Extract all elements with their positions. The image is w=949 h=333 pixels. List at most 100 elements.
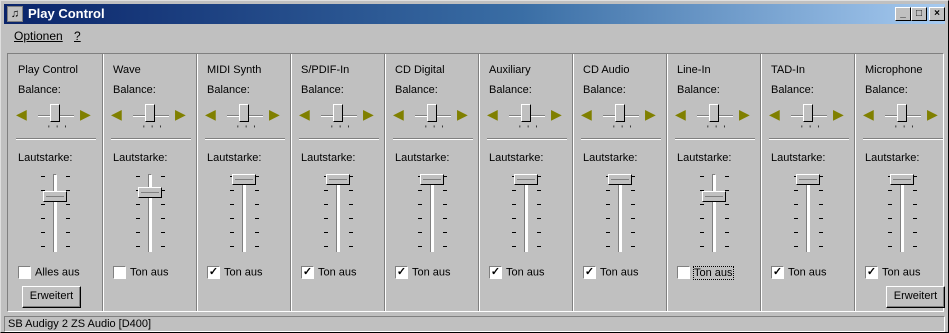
mixer-panel: Play Control Balance: ◀ ' ' ' ▶ Lautstarke: Al…: [7, 53, 945, 312]
checkbox-box[interactable]: [677, 266, 690, 279]
mute-label: Alles aus: [35, 266, 80, 279]
mute-checkbox[interactable]: ✓ Ton aus: [771, 266, 827, 279]
balance-ticks: ' ' ': [707, 124, 728, 134]
volume-ticks: [66, 176, 72, 254]
balance-label: Balance:: [395, 84, 438, 96]
balance-ticks: ' ' ': [895, 124, 916, 134]
mixer-icon[interactable]: ♫: [7, 6, 23, 22]
mute-checkbox[interactable]: Alles aus: [18, 266, 80, 279]
mixer-window: ♫ Play Control _ □ × Optionen ? Play Con…: [0, 0, 949, 333]
balance-slider[interactable]: [239, 104, 249, 122]
checkbox-box[interactable]: ✓: [583, 266, 596, 279]
volume-slider[interactable]: [326, 174, 350, 185]
volume-ticks: [631, 176, 637, 254]
balance-slider[interactable]: [145, 104, 155, 122]
mute-checkbox[interactable]: ✓ Ton aus: [583, 266, 639, 279]
balance-ticks: ' ' ': [425, 124, 446, 134]
mute-checkbox[interactable]: ✓ Ton aus: [395, 266, 451, 279]
channel-strip: Microphone Balance: ◀ ' ' ' ▶ Lautstarke: ✓ Ton…: [854, 54, 945, 311]
checkbox-box[interactable]: ✓: [771, 266, 784, 279]
volume-ticks: [443, 176, 449, 254]
speaker-right-icon: ▶: [269, 106, 280, 122]
volume-track: [900, 174, 904, 252]
balance-slider[interactable]: [333, 104, 343, 122]
checkbox-box[interactable]: [113, 266, 126, 279]
speaker-right-icon: ▶: [80, 106, 91, 122]
channel-strip: Line-In Balance: ◀ ' ' ' ▶ Lautstarke: Ton aus: [666, 54, 760, 311]
volume-slider[interactable]: [514, 174, 538, 185]
mute-checkbox[interactable]: Ton aus: [677, 265, 734, 280]
volume-slider[interactable]: [232, 174, 256, 185]
channel-name: Microphone: [865, 64, 923, 76]
volume-slider[interactable]: [890, 174, 914, 185]
speaker-left-icon: ◀: [581, 106, 592, 122]
volume-slider[interactable]: [138, 187, 162, 199]
divider: [487, 138, 567, 140]
balance-slider[interactable]: [897, 104, 907, 122]
volume-track: [148, 174, 152, 252]
mute-checkbox[interactable]: ✓ Ton aus: [489, 266, 545, 279]
checkbox-box[interactable]: ✓: [207, 266, 220, 279]
volume-ticks: [41, 176, 47, 254]
speaker-right-icon: ▶: [457, 106, 468, 122]
mute-checkbox[interactable]: ✓ Ton aus: [301, 266, 357, 279]
volume-track: [618, 174, 622, 252]
volume-ticks: [606, 176, 612, 254]
volume-ticks: [512, 176, 518, 254]
balance-slider[interactable]: [803, 104, 813, 122]
checkbox-box[interactable]: ✓: [395, 266, 408, 279]
volume-label: Lautstarke:: [677, 152, 732, 164]
volume-label: Lautstarke:: [865, 152, 920, 164]
balance-slider[interactable]: [521, 104, 531, 122]
volume-slider[interactable]: [420, 174, 444, 185]
mute-label: Ton aus: [788, 266, 827, 279]
checkbox-box[interactable]: ✓: [301, 266, 314, 279]
speaker-left-icon: ◀: [863, 106, 874, 122]
speaker-right-icon: ▶: [645, 106, 656, 122]
channel-name: Auxiliary: [489, 64, 531, 76]
speaker-left-icon: ◀: [487, 106, 498, 122]
divider: [16, 138, 96, 140]
volume-ticks: [255, 176, 261, 254]
checkbox-box[interactable]: ✓: [865, 266, 878, 279]
channel-strip: CD Digital Balance: ◀ ' ' ' ▶ Lautstarke: ✓ Ton…: [384, 54, 478, 311]
balance-slider[interactable]: [709, 104, 719, 122]
mute-checkbox[interactable]: ✓ Ton aus: [207, 266, 263, 279]
mute-checkbox[interactable]: Ton aus: [113, 266, 169, 279]
volume-label: Lautstarke:: [395, 152, 450, 164]
menu-optionen[interactable]: Optionen: [14, 29, 63, 43]
volume-slider[interactable]: [702, 190, 726, 202]
volume-ticks: [537, 176, 543, 254]
volume-track: [430, 174, 434, 252]
channel-strip: Auxiliary Balance: ◀ ' ' ' ▶ Lautstarke: ✓ Ton …: [478, 54, 572, 311]
advanced-button[interactable]: Erweitert: [22, 286, 81, 308]
speaker-left-icon: ◀: [16, 106, 27, 122]
volume-slider[interactable]: [608, 174, 632, 185]
close-button[interactable]: ×: [929, 7, 945, 21]
balance-slider[interactable]: [427, 104, 437, 122]
mute-label: Ton aus: [224, 266, 263, 279]
balance-slider[interactable]: [615, 104, 625, 122]
divider: [205, 138, 285, 140]
title-bar[interactable]: ♫ Play Control _ □ ×: [4, 4, 945, 24]
advanced-button[interactable]: Erweitert: [886, 286, 945, 308]
balance-ticks: ' ' ': [48, 124, 69, 134]
volume-ticks: [794, 176, 800, 254]
volume-slider[interactable]: [796, 174, 820, 185]
balance-label: Balance:: [865, 84, 908, 96]
divider: [299, 138, 379, 140]
volume-ticks: [418, 176, 424, 254]
checkbox-box[interactable]: [18, 266, 31, 279]
volume-label: Lautstarke:: [771, 152, 826, 164]
divider: [111, 138, 191, 140]
maximize-button[interactable]: □: [911, 7, 927, 21]
volume-label: Lautstarke:: [113, 152, 168, 164]
menu-help[interactable]: ?: [74, 29, 81, 43]
channel-strip: MIDI Synth Balance: ◀ ' ' ' ▶ Lautstarke: ✓ Ton…: [196, 54, 290, 311]
volume-slider[interactable]: [43, 190, 67, 202]
mute-checkbox[interactable]: ✓ Ton aus: [865, 266, 921, 279]
checkbox-box[interactable]: ✓: [489, 266, 502, 279]
speaker-left-icon: ◀: [393, 106, 404, 122]
balance-slider[interactable]: [50, 104, 60, 122]
minimize-button[interactable]: _: [895, 7, 911, 21]
